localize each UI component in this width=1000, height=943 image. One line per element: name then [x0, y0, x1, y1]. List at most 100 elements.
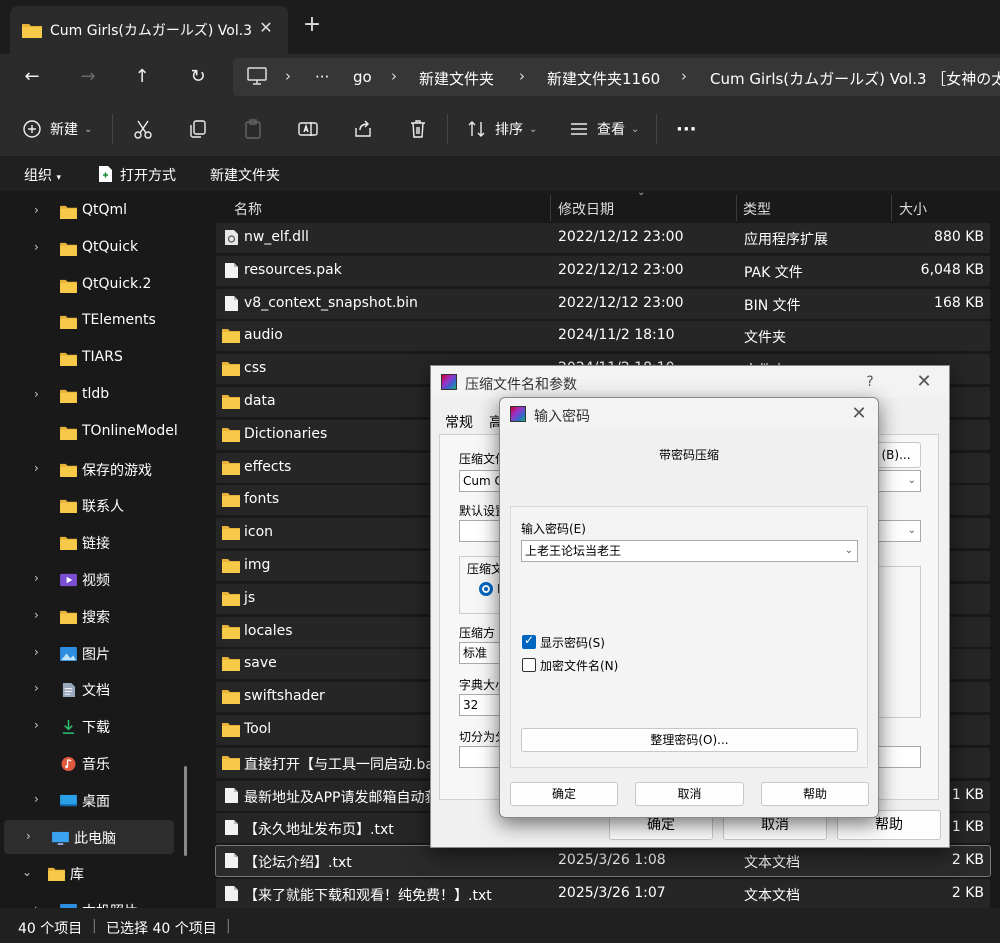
close-icon[interactable]: ✕: [911, 370, 937, 394]
archive-name-value: Cum G: [463, 474, 504, 488]
file-row[interactable]: v8_context_snapshot.bin 2022/12/12 23:00 B…: [216, 288, 990, 319]
breadcrumb-item[interactable]: go: [353, 68, 372, 86]
file-row[interactable]: resources.pak 2022/12/12 23:00 PAK 文件 6,048…: [216, 255, 990, 286]
chevron-right-icon[interactable]: ⌄: [22, 865, 32, 879]
file-name: 直接打开【与工具一同启动.bat: [244, 756, 440, 773]
sidebar-scrollbar[interactable]: [184, 766, 187, 856]
sort-button[interactable]: 排序 ⌄: [467, 117, 537, 141]
sidebar-item[interactable]: › 此电脑: [4, 819, 174, 854]
sidebar-item[interactable]: › 保存的游戏: [0, 452, 190, 486]
sidebar-item[interactable]: › 图片: [0, 636, 190, 670]
file-date: 2022/12/12 23:00: [558, 261, 684, 278]
file-row[interactable]: nw_elf.dll 2022/12/12 23:00 应用程序扩展 880 KB: [216, 223, 990, 253]
help-icon[interactable]: ?: [857, 370, 883, 394]
organize-passwords-button[interactable]: 整理密码(O)...: [521, 728, 858, 752]
address-bar[interactable]: › ··· go › 新建文件夹 › 新建文件夹1160 › Cum Girls…: [233, 58, 1000, 96]
sidebar-item[interactable]: › QtQml: [0, 194, 190, 228]
sidebar-item-label: QtQml: [82, 202, 128, 218]
navigation-bar: ← → ↑ ↻ › ··· go › 新建文件夹 › 新建文件夹1160 › C…: [0, 54, 1000, 100]
organize-menu[interactable]: 组织 ▾: [24, 165, 61, 185]
sidebar-item[interactable]: 链接: [0, 525, 190, 559]
chevron-right-icon[interactable]: ›: [34, 718, 39, 732]
chevron-right-icon[interactable]: ›: [34, 792, 39, 806]
rename-icon[interactable]: [297, 118, 319, 140]
ok-button[interactable]: 确定: [510, 782, 618, 806]
sidebar-item[interactable]: TOnlineModel: [0, 415, 190, 449]
download-icon: [60, 720, 77, 735]
sidebar-item[interactable]: ⌄ 库: [0, 856, 190, 890]
paste-icon[interactable]: [242, 118, 264, 140]
copy-icon[interactable]: [187, 118, 209, 140]
up-button[interactable]: ↑: [128, 63, 156, 91]
sidebar-item[interactable]: › 下载: [0, 709, 190, 743]
help-button[interactable]: 帮助: [761, 782, 869, 806]
encrypt-filenames-label: 加密文件名(N): [540, 659, 619, 673]
sidebar-item[interactable]: › 文档: [0, 672, 190, 706]
password-label: 输入密码(E): [521, 522, 586, 536]
tab-general[interactable]: 常规: [445, 412, 473, 432]
chevron-down-icon[interactable]: ⌄: [845, 541, 853, 561]
new-folder-button[interactable]: 新建文件夹: [210, 165, 280, 185]
sidebar-item[interactable]: › 视频: [0, 562, 190, 596]
new-button[interactable]: 新建 ⌄: [22, 117, 92, 141]
encrypt-filenames-checkbox[interactable]: [522, 658, 536, 672]
chevron-right-icon[interactable]: ›: [34, 681, 39, 695]
folder-icon: [222, 394, 240, 409]
column-divider[interactable]: [736, 195, 737, 221]
sidebar-item[interactable]: 音乐: [0, 746, 190, 780]
chevron-right-icon[interactable]: ›: [34, 608, 39, 622]
folder-icon: [222, 492, 240, 508]
delete-icon[interactable]: [407, 118, 429, 140]
new-tab-button[interactable]: +: [300, 14, 324, 38]
file-row[interactable]: 【论坛介绍】.txt 2025/3/26 1:08 文本文档 2 KB: [215, 845, 991, 878]
sidebar-item[interactable]: 联系人: [0, 488, 190, 522]
breadcrumb-item[interactable]: Cum Girls(カムガールズ) Vol.3 ［女神の太: [710, 68, 1000, 89]
sidebar-item-label: 下载: [82, 720, 110, 737]
tab-active[interactable]: Cum Girls(カムガールズ) Vol.3 ✕: [10, 6, 288, 54]
sidebar-item[interactable]: › tldb: [0, 378, 190, 412]
column-type[interactable]: 类型: [743, 199, 771, 219]
sidebar-item-label: 文档: [82, 683, 110, 700]
sidebar-item[interactable]: › 搜索: [0, 599, 190, 633]
file-icon: [222, 262, 240, 278]
chevron-right-icon[interactable]: ›: [34, 571, 39, 585]
column-name[interactable]: 名称: [234, 199, 262, 219]
file-row[interactable]: audio 2024/11/2 18:10 文件夹: [216, 321, 990, 352]
close-tab-icon[interactable]: ✕: [254, 16, 278, 40]
chevron-right-icon[interactable]: ›: [34, 203, 39, 217]
refresh-button[interactable]: ↻: [184, 63, 212, 91]
close-icon[interactable]: ✕: [846, 402, 872, 426]
secondary-toolbar: 组织 ▾ 打开方式 新建文件夹: [0, 157, 1000, 191]
cut-icon[interactable]: [132, 118, 154, 140]
chevron-right-icon[interactable]: ›: [34, 461, 39, 475]
password-input[interactable]: 上老王论坛当老王 ⌄: [521, 540, 858, 562]
breadcrumb-item[interactable]: 新建文件夹: [419, 68, 494, 89]
cancel-button[interactable]: 取消: [635, 782, 744, 806]
breadcrumb-item[interactable]: 新建文件夹1160: [547, 68, 660, 89]
file-row[interactable]: 【来了就能下载和观看！纯免费！】.txt 2025/3/26 1:07 文本文档 2 …: [216, 879, 990, 908]
sidebar-item[interactable]: › QtQuick: [0, 231, 190, 265]
format-radio[interactable]: [479, 582, 493, 596]
sidebar-item[interactable]: › 桌面: [0, 783, 190, 817]
column-divider[interactable]: [550, 195, 551, 221]
open-with-button[interactable]: 打开方式: [120, 165, 176, 185]
chevron-right-icon[interactable]: ›: [26, 829, 31, 843]
sidebar-item[interactable]: ›本机照片: [0, 893, 190, 908]
column-date[interactable]: 修改日期: [558, 199, 614, 219]
chevron-right-icon[interactable]: ›: [34, 645, 39, 659]
back-button[interactable]: ←: [18, 63, 46, 91]
divider: [447, 114, 448, 144]
sidebar-item[interactable]: TIARS: [0, 341, 190, 375]
column-size[interactable]: 大小: [899, 199, 927, 219]
breadcrumb-more[interactable]: ···: [315, 68, 329, 86]
column-divider[interactable]: [891, 195, 892, 221]
forward-button[interactable]: →: [74, 63, 102, 91]
sidebar-item[interactable]: TElements: [0, 304, 190, 338]
show-password-checkbox[interactable]: [522, 633, 536, 649]
share-icon[interactable]: [352, 118, 374, 140]
chevron-right-icon[interactable]: ›: [34, 387, 39, 401]
more-options-button[interactable]: ···: [676, 117, 697, 141]
sidebar-item[interactable]: QtQuick.2: [0, 268, 190, 302]
chevron-right-icon[interactable]: ›: [34, 240, 39, 254]
view-button[interactable]: 查看 ⌄: [569, 117, 639, 141]
